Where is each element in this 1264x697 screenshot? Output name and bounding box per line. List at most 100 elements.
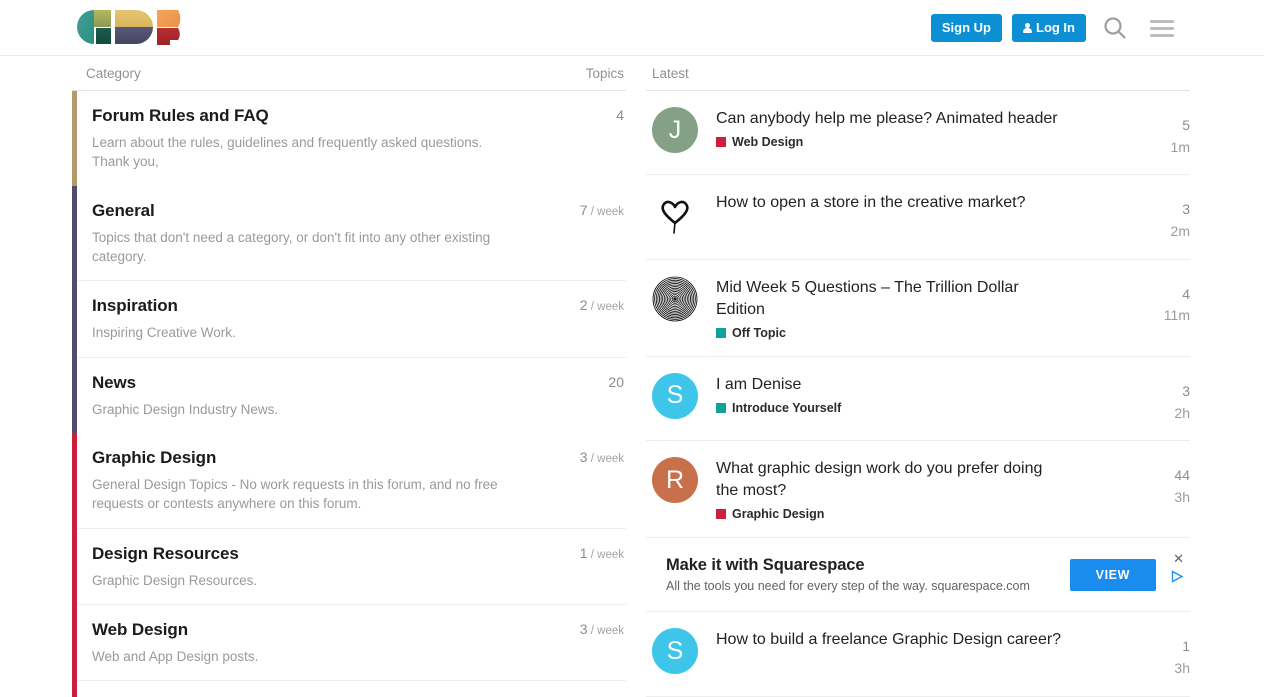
topic-category-link[interactable]: Graphic Design xyxy=(716,507,1118,521)
search-button[interactable] xyxy=(1096,11,1134,45)
topic-last-activity: 3h xyxy=(1136,487,1190,509)
category-count-value: 7 xyxy=(580,202,588,218)
topic-last-activity: 2h xyxy=(1136,403,1190,425)
topic-last-activity: 2m xyxy=(1136,221,1190,243)
main-content: Category Topics Forum Rules and FAQ Learn… xyxy=(0,56,1264,697)
category-row[interactable]: Design ResourcesGraphic Design Resources… xyxy=(77,529,626,605)
topic-title[interactable]: What graphic design work do you prefer d… xyxy=(716,458,1066,502)
category-row-main: General Topics that don't need a category… xyxy=(92,200,522,267)
category-description: Inspiring Creative Work. xyxy=(92,323,236,342)
header-actions: Sign Up Log In xyxy=(931,0,1180,56)
category-count-value: 20 xyxy=(608,374,624,390)
category-topic-count: 20 xyxy=(608,372,624,390)
ad-close-icon[interactable]: ✕ xyxy=(1173,552,1184,565)
category-row[interactable]: Inspiration Inspiring Creative Work. 2 / w… xyxy=(77,281,626,357)
category-group: General Topics that don't need a category… xyxy=(72,186,626,433)
topic-title[interactable]: How to open a store in the creative mark… xyxy=(716,192,1066,214)
ad-view-button[interactable]: VIEW xyxy=(1070,559,1156,591)
topic-meta: 32m xyxy=(1136,191,1190,242)
topic-meta: 13h xyxy=(1136,628,1190,679)
category-count-period: / week xyxy=(588,206,624,218)
topic-last-activity: 11m xyxy=(1136,305,1190,327)
category-row[interactable]: Forum Rules and FAQ Learn about the rules… xyxy=(77,91,626,186)
category-title[interactable]: General xyxy=(92,200,522,221)
ad-choices-icon[interactable] xyxy=(1171,570,1184,583)
topic-reply-count: 4 xyxy=(1136,284,1190,306)
category-row-main: NewsGraphic Design Industry News. xyxy=(92,372,278,419)
topic-row[interactable]: R What graphic design work do you prefer … xyxy=(646,441,1190,538)
topic-reply-count: 3 xyxy=(1136,381,1190,403)
category-count-period: / week xyxy=(588,301,624,313)
topic-title[interactable]: How to build a freelance Graphic Design … xyxy=(716,629,1066,651)
categories-column: Category Topics Forum Rules and FAQ Learn… xyxy=(72,56,626,697)
avatar[interactable] xyxy=(652,191,698,237)
categories-column-header: Category Topics xyxy=(72,56,626,91)
category-list: Forum Rules and FAQ Learn about the rules… xyxy=(72,91,626,697)
gdf-forum-logo[interactable] xyxy=(74,7,198,49)
topic-category-link[interactable]: Web Design xyxy=(716,135,1118,149)
category-description: Topics that don't need a category, or do… xyxy=(92,228,522,266)
category-topic-count: 1 / week xyxy=(580,543,624,561)
category-description: General Design Topics - No work requests… xyxy=(92,475,522,513)
avatar[interactable]: S xyxy=(652,373,698,419)
topic-body: I am Denise Introduce Yourself xyxy=(716,373,1118,415)
category-topic-count: 3 / week xyxy=(580,447,624,465)
topic-row[interactable]: S How to build a freelance Graphic Design… xyxy=(646,612,1190,696)
heart-balloon-icon xyxy=(652,191,698,237)
advertisement[interactable]: Make it with SquarespaceAll the tools yo… xyxy=(646,538,1190,612)
category-title[interactable]: News xyxy=(92,372,278,393)
search-icon xyxy=(1102,15,1128,41)
log-in-button[interactable]: Log In xyxy=(1012,14,1086,42)
category-topic-count: 2 / week xyxy=(580,295,624,313)
category-header-label: Category xyxy=(86,66,141,81)
topic-meta: 443h xyxy=(1136,457,1190,508)
category-row[interactable]: Web DesignWeb and App Design posts.3 / w… xyxy=(77,605,626,681)
category-row-main: Design ResourcesGraphic Design Resources… xyxy=(92,543,257,590)
latest-column: Latest JCan anybody help me please? Anim… xyxy=(646,56,1190,697)
category-count-value: 3 xyxy=(580,449,588,465)
topic-category-link[interactable]: Off Topic xyxy=(716,326,1118,340)
topic-category-link[interactable]: Introduce Yourself xyxy=(716,401,1118,415)
category-count-period: / week xyxy=(588,549,624,561)
topic-title[interactable]: Can anybody help me please? Animated hea… xyxy=(716,108,1066,130)
category-group: Graphic Design General Design Topics - No… xyxy=(72,433,626,697)
category-title[interactable]: Graphic Design xyxy=(92,447,522,468)
category-title[interactable]: Design Resources xyxy=(92,543,257,564)
category-row[interactable]: Graphic Design General Design Topics - No… xyxy=(77,433,626,529)
category-count-value: 1 xyxy=(580,545,588,561)
avatar[interactable]: J xyxy=(652,107,698,153)
concentric-rings-icon xyxy=(652,276,698,322)
avatar[interactable] xyxy=(652,276,698,322)
topic-category-label: Web Design xyxy=(732,135,803,149)
topic-category-label: Graphic Design xyxy=(732,507,824,521)
sign-up-button[interactable]: Sign Up xyxy=(931,14,1002,42)
topic-row[interactable]: How to open a store in the creative mark… xyxy=(646,175,1190,259)
category-title[interactable]: Web Design xyxy=(92,619,258,640)
topic-title[interactable]: Mid Week 5 Questions – The Trillion Doll… xyxy=(716,277,1066,321)
topic-row[interactable]: J Can anybody help me please? Animated he… xyxy=(646,91,1190,175)
ad-text: Make it with SquarespaceAll the tools yo… xyxy=(666,556,1070,593)
avatar[interactable]: R xyxy=(652,457,698,503)
category-row[interactable]: Typography46 xyxy=(77,681,626,697)
menu-button[interactable] xyxy=(1144,16,1180,41)
category-title[interactable]: Inspiration xyxy=(92,295,236,316)
topic-title[interactable]: I am Denise xyxy=(716,374,1066,396)
category-row[interactable]: General Topics that don't need a category… xyxy=(77,186,626,282)
category-row-main: Inspiration Inspiring Creative Work. xyxy=(92,295,236,342)
avatar[interactable]: S xyxy=(652,628,698,674)
topic-row[interactable]: Mid Week 5 Questions – The Trillion Doll… xyxy=(646,260,1190,357)
topic-body: Mid Week 5 Questions – The Trillion Doll… xyxy=(716,276,1118,340)
ad-title: Make it with Squarespace xyxy=(666,556,1070,575)
topic-body: How to open a store in the creative mark… xyxy=(716,191,1118,214)
category-count-value: 2 xyxy=(580,297,588,313)
category-title[interactable]: Forum Rules and FAQ xyxy=(92,105,522,126)
category-topic-count: 4 xyxy=(616,105,624,123)
category-description: Learn about the rules, guidelines and fr… xyxy=(92,133,522,171)
category-count-value: 3 xyxy=(580,621,588,637)
topic-last-activity: 1m xyxy=(1136,137,1190,159)
topic-body: How to build a freelance Graphic Design … xyxy=(716,628,1118,651)
topic-last-activity: 3h xyxy=(1136,658,1190,680)
category-row[interactable]: NewsGraphic Design Industry News. 20 xyxy=(77,358,626,433)
topic-meta: 411m xyxy=(1136,276,1190,327)
topic-row[interactable]: S I am Denise Introduce Yourself 32h xyxy=(646,357,1190,441)
